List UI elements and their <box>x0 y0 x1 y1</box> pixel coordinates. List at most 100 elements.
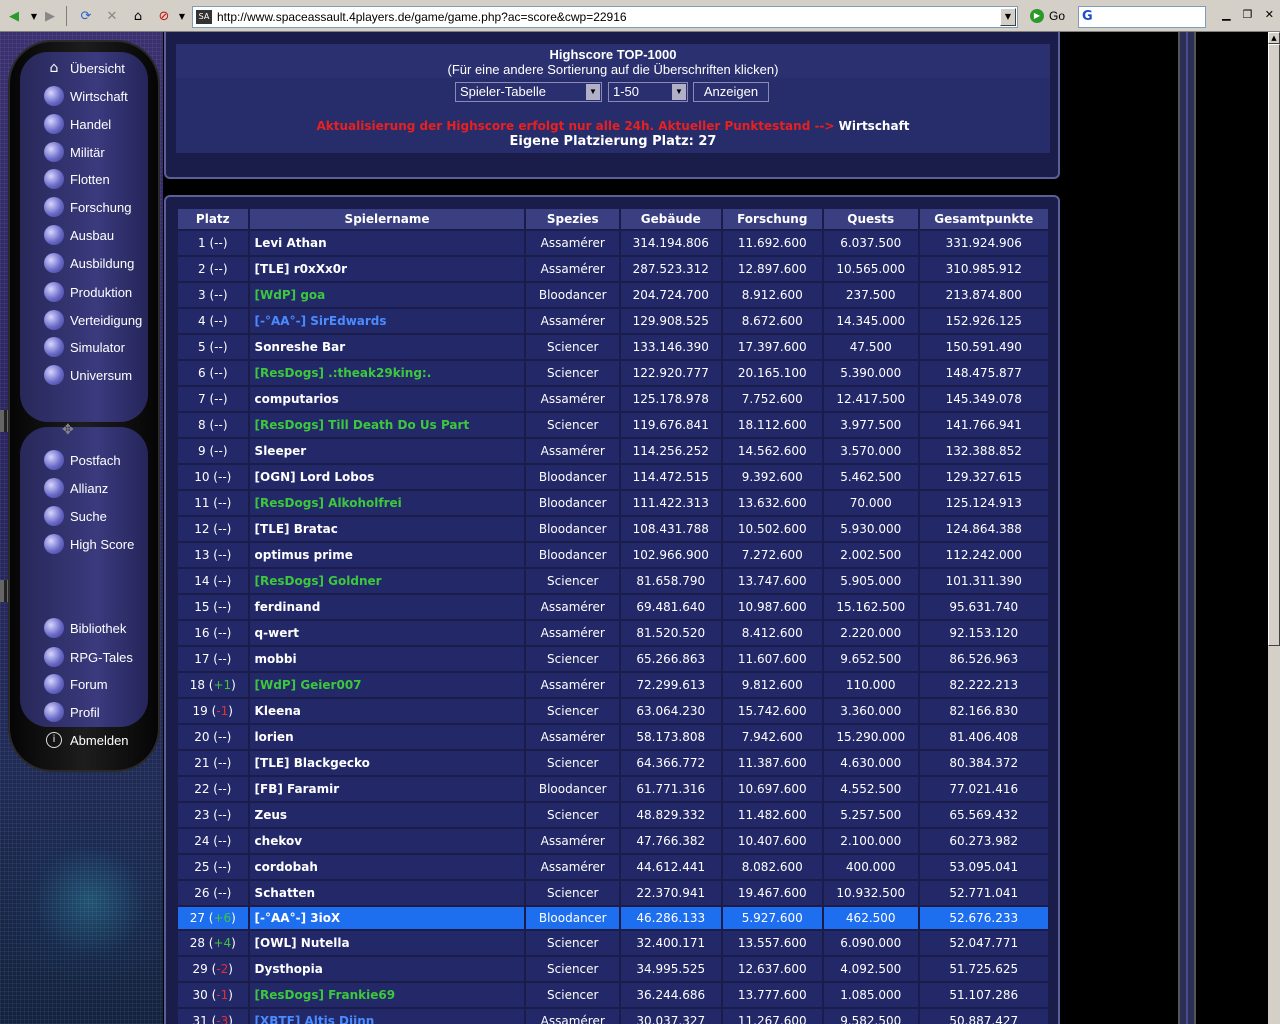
player-name[interactable]: Dysthopia <box>249 957 525 981</box>
google-search-input[interactable]: G <box>1078 6 1206 28</box>
vertical-scrollbar[interactable]: ▲ <box>1268 32 1280 1024</box>
table-row: 13 (--) optimus prime Bloodancer 102.966.90… <box>178 543 1048 567</box>
scroll-thumb[interactable] <box>1268 44 1280 646</box>
column-header[interactable]: Quests <box>823 209 918 229</box>
range-select[interactable]: 1-50 ▼ <box>608 82 688 102</box>
sidebar-item-trade[interactable]: Handel <box>44 112 111 136</box>
player-name[interactable]: [ResDogs] Till Death Do Us Part <box>249 413 525 437</box>
player-name[interactable]: [TLE] Bratac <box>249 517 525 541</box>
sidebar-item-home[interactable]: ⌂ Übersicht <box>44 56 125 80</box>
go-button[interactable]: Go <box>1049 9 1065 23</box>
back-icon[interactable]: ◀ <box>4 6 24 26</box>
sidebar-item-highscore[interactable]: High Score <box>44 532 134 556</box>
address-bar[interactable]: SA http://www.spaceassault.4players.de/g… <box>192 6 1018 28</box>
column-header[interactable]: Platz <box>178 209 248 229</box>
column-header[interactable]: Spielername <box>249 209 525 229</box>
sidebar-item-search[interactable]: Suche <box>44 504 107 528</box>
quests-cell: 10.932.500 <box>823 881 918 905</box>
stop-icon[interactable]: ✕ <box>102 6 122 26</box>
player-name[interactable]: [ResDogs] .:theak29king:. <box>249 361 525 385</box>
player-name[interactable]: [ResDogs] Goldner <box>249 569 525 593</box>
research-cell: 11.267.600 <box>722 1009 822 1024</box>
player-name[interactable]: [ResDogs] Frankie69 <box>249 983 525 1007</box>
player-name[interactable]: q-wert <box>249 621 525 645</box>
player-name[interactable]: lorien <box>249 725 525 749</box>
quests-cell: 4.092.500 <box>823 957 918 981</box>
go-icon[interactable]: ▶ <box>1030 9 1044 23</box>
player-name[interactable]: chekov <box>249 829 525 853</box>
player-name[interactable]: [-°AA°-] 3ioX <box>249 907 525 929</box>
player-name[interactable]: [TLE] r0xXx0r <box>249 257 525 281</box>
home-browser-icon[interactable]: ⌂ <box>128 6 148 26</box>
sidebar-item-military[interactable]: Militär <box>44 140 105 164</box>
rank-number: 16 <box>194 626 210 640</box>
player-name[interactable]: [TLE] Blackgecko <box>249 751 525 775</box>
player-name[interactable]: [OGN] Lord Lobos <box>249 465 525 489</box>
sidebar-item-mail[interactable]: Postfach <box>44 448 121 472</box>
sidebar-item-forum[interactable]: Forum <box>44 672 108 696</box>
rank-change: -- <box>214 366 223 380</box>
address-dropdown-icon[interactable]: ▼ <box>1000 8 1016 26</box>
sidebar-item-alliance[interactable]: Allianz <box>44 476 108 500</box>
restore-icon[interactable]: ❐ <box>1243 8 1253 24</box>
minimize-icon[interactable]: ▁ <box>1222 8 1230 24</box>
player-name[interactable]: cordobah <box>249 855 525 879</box>
player-name[interactable]: ferdinand <box>249 595 525 619</box>
player-name[interactable]: Schatten <box>249 881 525 905</box>
player-name[interactable]: Sonreshe Bar <box>249 335 525 359</box>
sidebar-item-rpg[interactable]: RPG-Tales <box>44 645 133 669</box>
column-header[interactable]: Forschung <box>722 209 822 229</box>
table-row: 5 (--) Sonreshe Bar Sciencer 133.146.390 17.… <box>178 335 1048 359</box>
scroll-up-icon[interactable]: ▲ <box>1268 32 1280 44</box>
sidebar-item-profile[interactable]: Profil <box>44 700 100 724</box>
economy-link[interactable]: Wirtschaft <box>839 119 910 133</box>
sidebar-item-build[interactable]: Ausbau <box>44 223 114 247</box>
column-header[interactable]: Gebäude <box>621 209 721 229</box>
rank-cell: 14 (--) <box>178 569 248 593</box>
mail-icon <box>44 450 64 470</box>
player-name[interactable]: [ResDogs] Alkoholfrei <box>249 491 525 515</box>
show-button[interactable]: Anzeigen <box>693 82 769 102</box>
forward-icon[interactable]: ▶ <box>40 6 60 26</box>
rank-cell: 20 (--) <box>178 725 248 749</box>
sidebar-item-universe[interactable]: Universum <box>44 363 132 387</box>
sidebar-item-defense[interactable]: Verteidigung <box>44 308 142 332</box>
sidebar-item-simulator[interactable]: Simulator <box>44 335 125 359</box>
player-name[interactable]: [WdP] Geier007 <box>249 673 525 697</box>
player-name[interactable]: [XBTF] Altis Djinn <box>249 1009 525 1024</box>
block-dropdown-icon[interactable]: ▼ <box>172 6 192 26</box>
player-name[interactable]: computarios <box>249 387 525 411</box>
sidebar-item-label: RPG-Tales <box>70 649 133 665</box>
highscore-header: Highscore TOP-1000 (Für eine andere Sort… <box>176 44 1050 78</box>
column-header[interactable]: Gesamtpunkte <box>919 209 1048 229</box>
sidebar-item-fleet[interactable]: Flotten <box>44 167 110 191</box>
player-name[interactable]: optimus prime <box>249 543 525 567</box>
column-header[interactable]: Spezies <box>526 209 619 229</box>
block-icon[interactable]: ⊘ <box>154 6 174 26</box>
player-name[interactable]: Zeus <box>249 803 525 827</box>
rank-number: 23 <box>194 808 210 822</box>
sidebar-item-production[interactable]: Produktion <box>44 280 132 304</box>
sidebar-item-research[interactable]: Forschung <box>44 195 131 219</box>
rank-change: -- <box>214 340 223 354</box>
sidebar-item-logout[interactable]: i Abmelden <box>44 728 129 752</box>
sidebar-item-library[interactable]: Bibliothek <box>44 616 126 640</box>
player-name[interactable]: mobbi <box>249 647 525 671</box>
table-type-select[interactable]: Spieler-Tabelle ▼ <box>455 82 602 102</box>
player-name[interactable]: [-°AA°-] SirEdwards <box>249 309 525 333</box>
player-name[interactable]: [FB] Faramir <box>249 777 525 801</box>
player-name[interactable]: Levi Athan <box>249 231 525 255</box>
player-name[interactable]: Kleena <box>249 699 525 723</box>
player-name[interactable]: [OWL] Nutella <box>249 931 525 955</box>
reload-icon[interactable]: ⟳ <box>76 6 96 26</box>
table-row: 17 (--) mobbi Sciencer 65.266.863 11.607.600… <box>178 647 1048 671</box>
total-points-cell: 112.242.000 <box>919 543 1048 567</box>
sidebar-item-economy[interactable]: Wirtschaft <box>44 84 128 108</box>
player-name[interactable]: Sleeper <box>249 439 525 463</box>
close-icon[interactable]: ✕ <box>1265 8 1274 24</box>
sidebar-item-training[interactable]: Ausbildung <box>44 251 134 275</box>
research-cell: 11.387.600 <box>722 751 822 775</box>
buildings-cell: 72.299.613 <box>621 673 721 697</box>
player-name[interactable]: [WdP] goa <box>249 283 525 307</box>
quests-cell: 4.552.500 <box>823 777 918 801</box>
